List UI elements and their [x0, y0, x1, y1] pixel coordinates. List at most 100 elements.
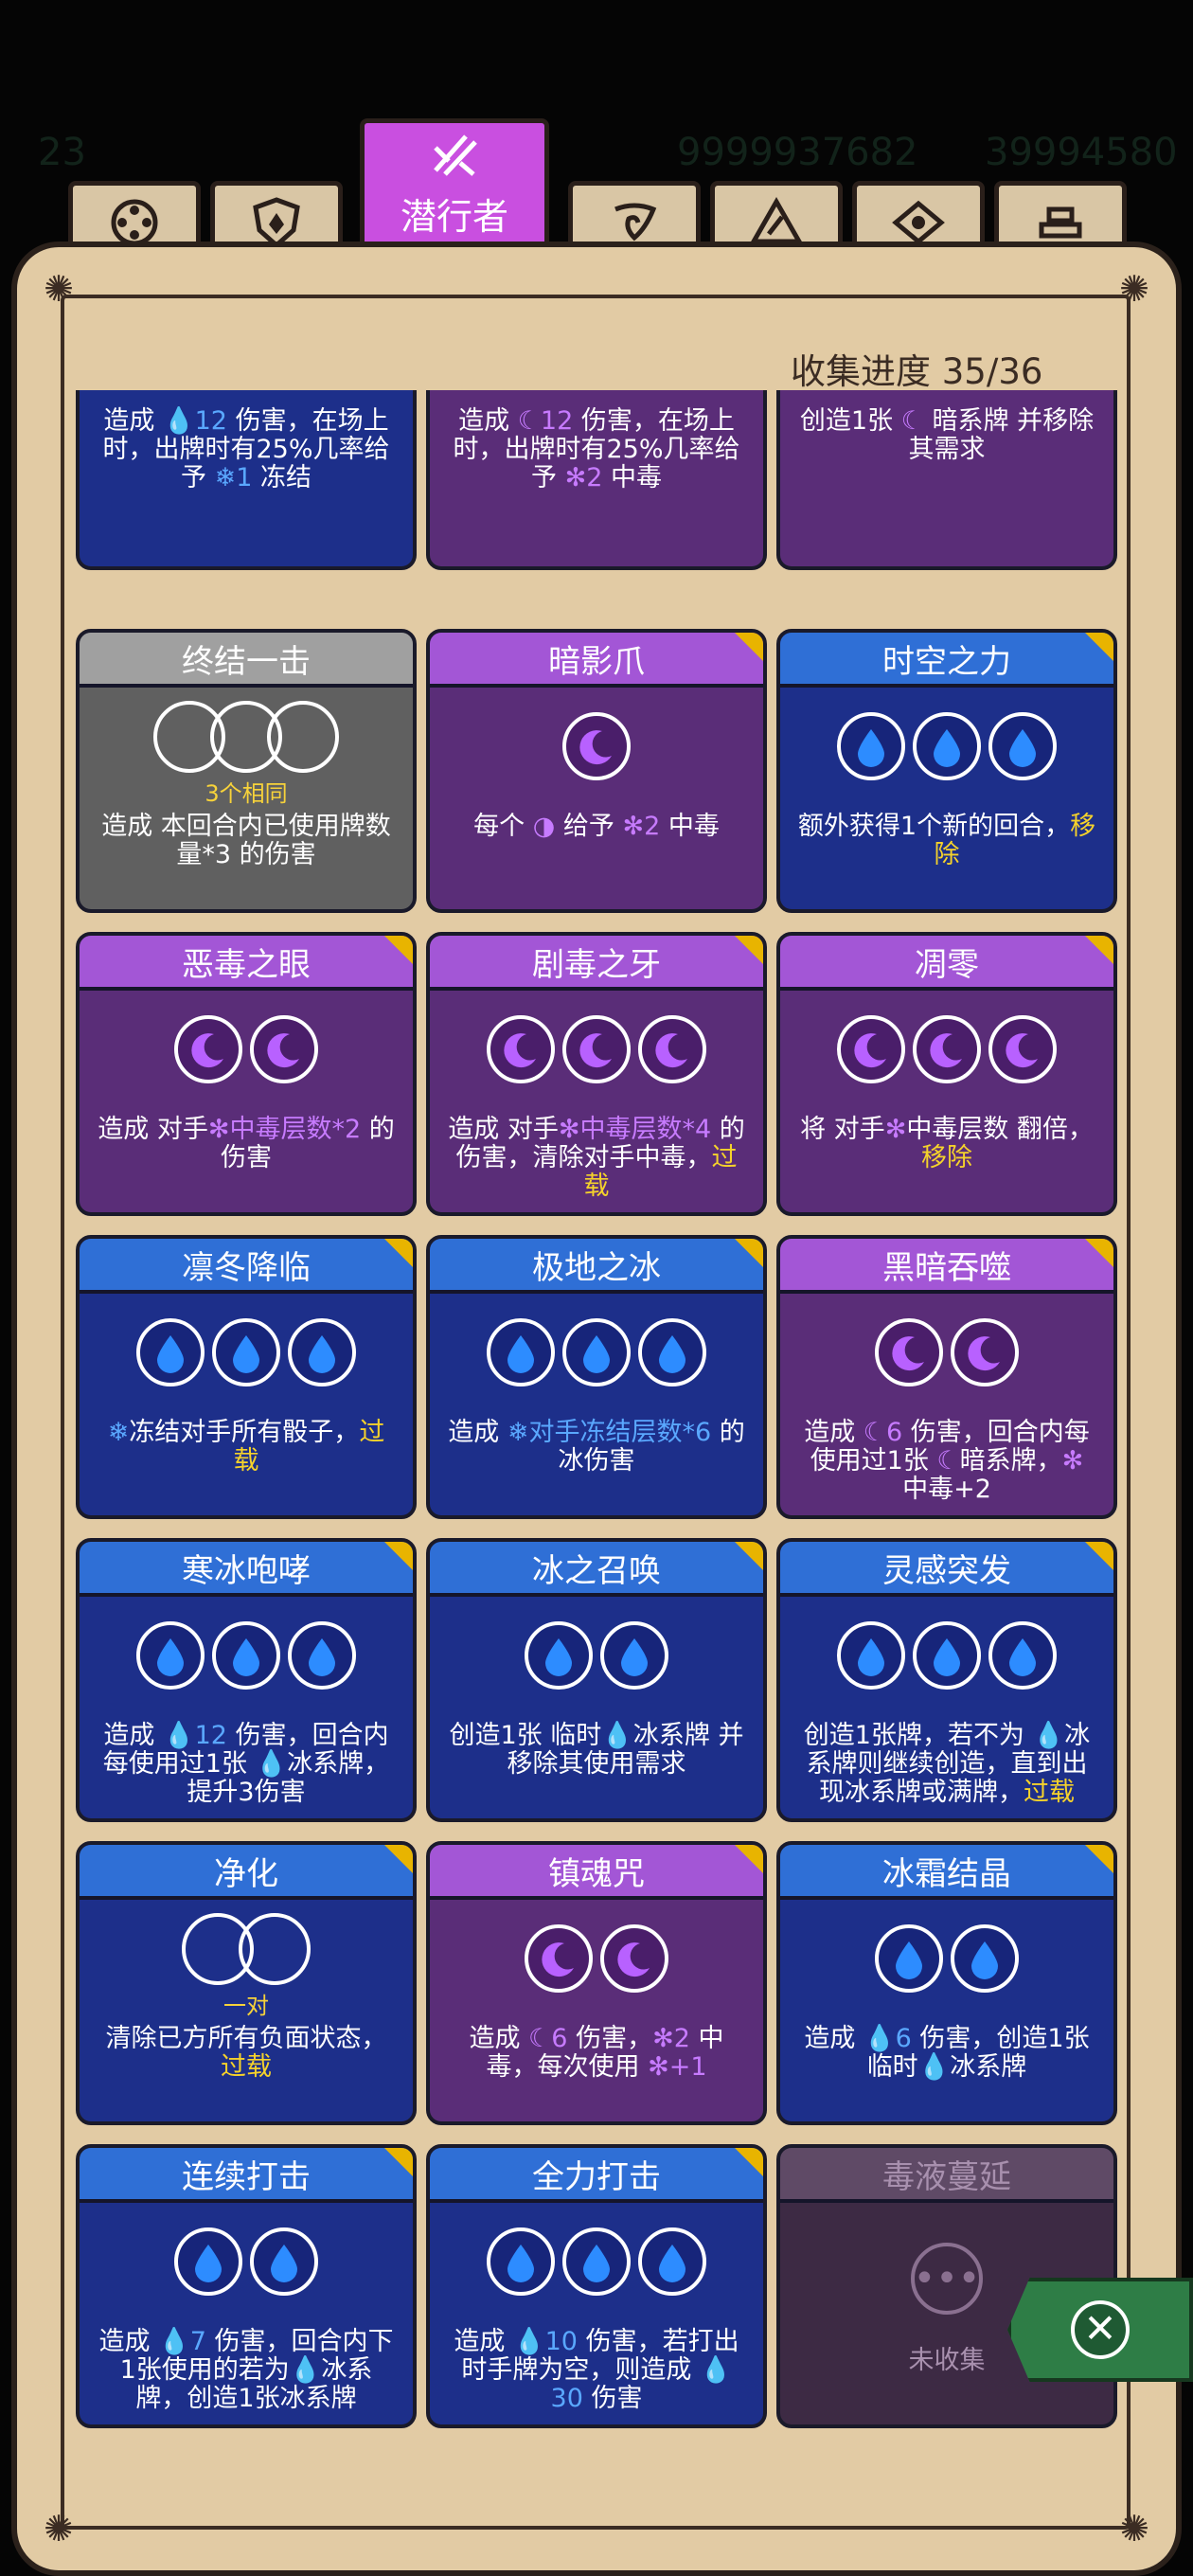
desc-segment: ☾12	[517, 406, 574, 436]
card[interactable]: 寒冰咆哮造成 💧12 伤害，回合内每使用过1张 💧冰系牌，提升3伤害	[76, 1538, 417, 1822]
desc-segment: 造成 对手	[98, 1115, 208, 1144]
card-title: 毒液蔓延	[780, 2148, 1113, 2203]
die-slot	[250, 2227, 318, 2296]
moon-icon	[579, 1033, 612, 1068]
card-title-text: 冰之召唤	[532, 1551, 661, 1590]
card[interactable]: 造成 ☾12 伤害，在场上时，出牌时有25%几率给予 ✻2 中毒	[426, 390, 767, 570]
card-title: 凋零	[780, 936, 1113, 991]
die-slot	[562, 712, 631, 780]
card-title-text: 寒冰咆哮	[182, 1551, 311, 1590]
desc-segment: 造成	[469, 2024, 529, 2053]
desc-segment: ❄对手冻结层数*6	[507, 1418, 712, 1447]
card-title-text: 终结一击	[182, 642, 311, 681]
corner-ornament: ✺	[44, 2508, 74, 2549]
desc-segment: 将 对手	[800, 1115, 885, 1144]
card-description: 造成 对手✻中毒层数*2 的伤害	[97, 1116, 396, 1172]
water-drop-icon	[1009, 729, 1036, 767]
requirement-label: 一对	[223, 1993, 269, 2019]
die-slot	[288, 1318, 356, 1386]
desc-segment: 冻结	[252, 463, 312, 492]
water-drop-icon	[583, 1335, 610, 1373]
die-slot	[951, 1318, 1019, 1386]
water-drop-icon	[271, 2245, 297, 2282]
dice-requirement	[80, 1913, 413, 1985]
card-description: 清除已方所有负面状态，过载	[97, 2025, 396, 2082]
card-title: 灵感突发	[780, 1542, 1113, 1597]
card-title-text: 剧毒之牙	[532, 945, 661, 984]
close-button[interactable]: ✕	[1007, 2278, 1193, 2382]
moon-icon	[1006, 1033, 1038, 1068]
card-title-text: 黑暗吞噬	[882, 1248, 1011, 1287]
moon-icon	[542, 1942, 574, 1977]
moon-icon	[191, 1033, 223, 1068]
card[interactable]: 造成 💧12 伤害，在场上时，出牌时有25%几率给予 ❄1 冻结	[76, 390, 417, 570]
die-slot	[837, 1621, 905, 1690]
corner-fold	[735, 936, 763, 964]
card-title: 冰霜结晶	[780, 1845, 1113, 1900]
card-title-text: 极地之冰	[532, 1248, 661, 1287]
card[interactable]: 时空之力 额外获得1个新的回合，移除	[776, 629, 1117, 913]
corner-fold	[384, 936, 413, 964]
card[interactable]: 终结一击 3个相同 造成 本回合内已使用牌数量*3 的伤害	[76, 629, 417, 913]
corner-fold	[735, 2148, 763, 2176]
card-title-text: 凛冬降临	[182, 1248, 311, 1287]
desc-segment: 暗系牌 并移除其需求	[908, 406, 1095, 464]
card[interactable]: 灵感突发 创造1张牌，若不为 💧冰系牌则继续创造，直到出现冰系牌或满牌，过载	[776, 1538, 1117, 1822]
desc-segment: 造成 对手	[448, 1115, 559, 1144]
desc-segment: ✻中毒层数*4	[558, 1115, 712, 1144]
die-slot	[487, 1015, 555, 1083]
card[interactable]: 冰之召唤 创造1张 临时💧冰系牌 并移除其使用需求	[426, 1538, 767, 1822]
desc-segment: 💧	[601, 1721, 633, 1750]
card[interactable]: 净化 一对 清除已方所有负面状态，过载	[76, 1841, 417, 2125]
requirement-label: 3个相同	[205, 780, 288, 807]
close-icon: ✕	[1071, 2300, 1130, 2359]
empty-die-slot	[267, 701, 339, 773]
card[interactable]: 凛冬降临 ❄冻结对手所有骰子，过载	[76, 1235, 417, 1519]
card[interactable]: 连续打击 造成 💧7 伤害，回合内下1张使用的若为💧冰系牌，创造1张冰系牌	[76, 2144, 417, 2428]
card[interactable]: 创造1张 ☾ 暗系牌 并移除其需求	[776, 390, 1117, 570]
water-drop-icon	[157, 1638, 184, 1676]
water-drop-icon	[621, 1638, 648, 1676]
moon-icon	[854, 1033, 886, 1068]
card-title: 恶毒之眼	[80, 936, 413, 991]
card[interactable]: 凋零将 对手✻中毒层数 翻倍，移除	[776, 932, 1117, 1216]
corner-fold	[1085, 1845, 1113, 1873]
card-title: 寒冰咆哮	[80, 1542, 413, 1597]
card[interactable]: 全力打击 造成 💧10 伤害，若打出时手牌为空，则造成 💧30 伤害	[426, 2144, 767, 2428]
corner-fold	[735, 633, 763, 661]
card[interactable]: 暗影爪 每个 ◑ 给予 ✻2 中毒	[426, 629, 767, 913]
tab-stalker[interactable]: 潜行者	[360, 118, 549, 249]
card-title-text: 冰霜结晶	[882, 1854, 1011, 1893]
card[interactable]: 剧毒之牙 造成 对手✻中毒层数*4 的伤害，清除对手中毒，过载	[426, 932, 767, 1216]
desc-segment: ✻中毒层数*2	[207, 1115, 362, 1144]
desc-segment: ☾	[900, 406, 924, 436]
card[interactable]: 极地之冰 造成 ❄对手冻结层数*6 的冰伤害	[426, 1235, 767, 1519]
desc-segment: 造成	[448, 1418, 507, 1447]
desc-segment: 💧	[255, 1749, 288, 1779]
die-slot	[525, 1924, 593, 1993]
desc-segment: ☾6	[528, 2024, 568, 2053]
desc-segment: 中毒层数 翻倍，	[906, 1115, 1094, 1144]
desc-segment: ✻2	[652, 2024, 690, 2053]
desc-segment: ✻	[1061, 1446, 1084, 1476]
moon-icon	[892, 1336, 924, 1371]
card-description: 创造1张 ☾ 暗系牌 并移除其需求	[797, 407, 1096, 464]
empty-die-slot	[239, 1913, 311, 1985]
desc-segment: 造成	[458, 406, 518, 436]
dice-requirement	[80, 1621, 413, 1690]
die-slot	[250, 1015, 318, 1083]
card[interactable]: 恶毒之眼造成 对手✻中毒层数*2 的伤害	[76, 932, 417, 1216]
dice-requirement	[430, 1924, 763, 1993]
card[interactable]: 镇魂咒 造成 ☾6 伤害，✻2 中毒，每次使用 ✻+1	[426, 1841, 767, 2125]
desc-segment: 中毒	[660, 812, 720, 841]
card[interactable]: 黑暗吞噬 造成 ☾6 伤害，回合内每使用过1张 ☾暗系牌，✻ 中毒+2	[776, 1235, 1117, 1519]
card-description: 造成 💧12 伤害，回合内每使用过1张 💧冰系牌，提升3伤害	[97, 1722, 396, 1807]
water-drop-icon	[858, 729, 884, 767]
corner-ornament: ✺	[1119, 2508, 1149, 2549]
desc-segment: 💧10	[513, 2327, 578, 2356]
desc-segment: ☾	[936, 1446, 960, 1476]
card[interactable]: 冰霜结晶 造成 💧6 伤害，创造1张临时💧冰系牌	[776, 1841, 1117, 2125]
card-description: 造成 💧10 伤害，若打出时手牌为空，则造成 💧30 伤害	[447, 2328, 746, 2413]
dice-requirement	[80, 701, 413, 773]
dice-requirement	[780, 712, 1113, 780]
